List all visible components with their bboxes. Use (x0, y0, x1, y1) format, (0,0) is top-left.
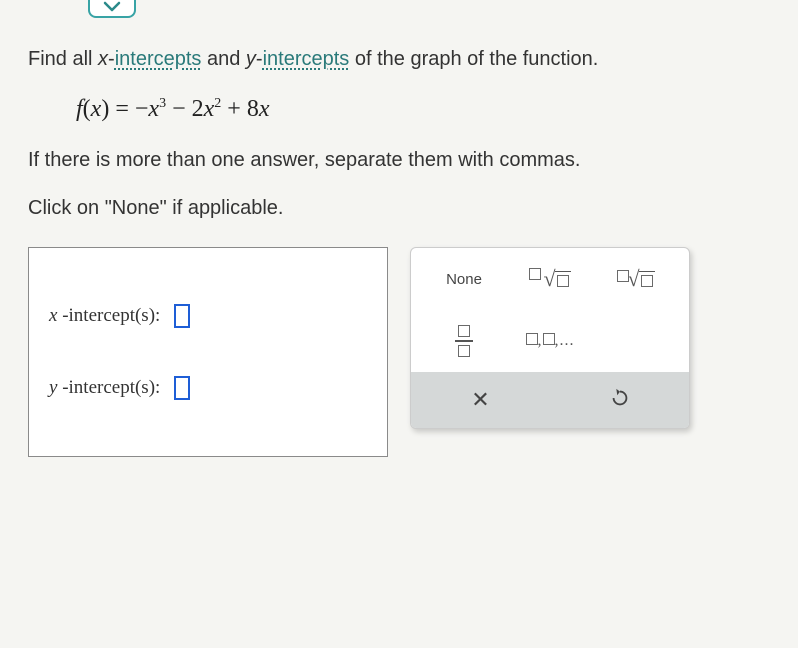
x-intercept-input[interactable] (174, 304, 190, 328)
intercepts-link[interactable]: intercepts (115, 48, 202, 70)
fraction-icon (455, 325, 473, 357)
none-label: None (446, 271, 482, 288)
text-fragment: - (108, 48, 115, 70)
none-button[interactable]: None (421, 253, 507, 305)
list-icon: ,,... (526, 332, 575, 350)
y-intercept-input[interactable] (174, 376, 190, 400)
list-button[interactable]: ,,... (507, 315, 593, 367)
x-intercept-label: x -intercept(s): (49, 305, 160, 327)
question-prompt: Find all x-intercepts and y-intercepts o… (28, 44, 770, 74)
previous-question-tab[interactable] (88, 0, 136, 18)
math-keypad: None √ √ (410, 247, 690, 429)
intercepts-link[interactable]: intercepts (263, 48, 350, 70)
instruction-none: Click on "None" if applicable. (28, 193, 770, 223)
keypad-row: ,,... (411, 310, 689, 372)
keypad-row: None √ √ (411, 248, 689, 310)
y-intercept-label: y -intercept(s): (49, 377, 160, 399)
sqrt-icon: √ (529, 266, 570, 292)
keypad-footer: ✕ (411, 372, 689, 428)
y-intercept-row: y -intercept(s): (49, 376, 367, 400)
function-equation: f(x) = −x3 − 2x2 + 8x (76, 96, 770, 123)
text-fragment: Find all (28, 48, 98, 70)
text-fragment: - (256, 48, 263, 70)
variable-x: x (98, 48, 108, 70)
close-icon: ✕ (471, 387, 489, 413)
undo-button[interactable] (550, 372, 689, 428)
x-intercept-row: x -intercept(s): (49, 304, 367, 328)
chevron-down-icon (103, 1, 121, 13)
fraction-button[interactable] (421, 315, 507, 367)
input-area: x -intercept(s): y -intercept(s): None √ (28, 247, 770, 457)
variable-y: y (246, 48, 256, 70)
instruction-separate: If there is more than one answer, separa… (28, 145, 770, 175)
text-fragment: and (201, 48, 245, 70)
text-fragment: of the graph of the function. (349, 48, 598, 70)
undo-icon (609, 387, 631, 414)
nth-root-icon: √ (617, 266, 654, 292)
clear-button[interactable]: ✕ (411, 372, 550, 428)
sqrt-button[interactable]: √ (507, 253, 593, 305)
nth-root-button[interactable]: √ (593, 253, 679, 305)
answer-box: x -intercept(s): y -intercept(s): (28, 247, 388, 457)
keypad-spacer (593, 315, 679, 367)
